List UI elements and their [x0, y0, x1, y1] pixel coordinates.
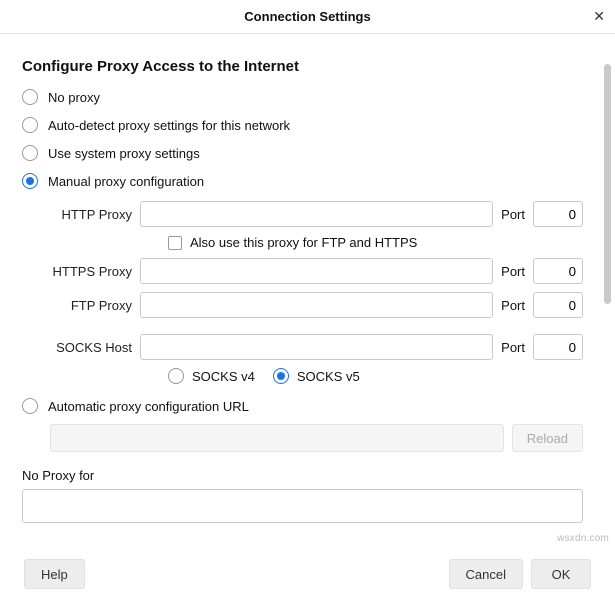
https-proxy-port-input[interactable]: [533, 258, 583, 284]
pac-url-row: Reload: [50, 424, 583, 452]
socks-host-input[interactable]: [140, 334, 493, 360]
watermark: wsxdn.com: [557, 533, 609, 544]
http-proxy-port-input[interactable]: [533, 201, 583, 227]
dialog-title: Connection Settings: [244, 9, 370, 24]
radio-system-proxy[interactable]: Use system proxy settings: [22, 145, 583, 161]
radio-manual-proxy[interactable]: Manual proxy configuration: [22, 173, 583, 189]
dialog-footer: Help Cancel OK: [0, 548, 615, 600]
https-proxy-host-input[interactable]: [140, 258, 493, 284]
radio-label: Automatic proxy configuration URL: [48, 399, 249, 414]
radio-icon[interactable]: [168, 368, 184, 384]
port-label: Port: [501, 264, 525, 279]
share-proxy-row[interactable]: Also use this proxy for FTP and HTTPS: [168, 235, 583, 250]
no-proxy-for-textarea[interactable]: [22, 489, 583, 523]
scroll-area: Configure Proxy Access to the Internet N…: [0, 34, 601, 548]
radio-label: Use system proxy settings: [48, 146, 200, 161]
https-proxy-label: HTTPS Proxy: [50, 264, 132, 279]
port-label: Port: [501, 298, 525, 313]
socks-host-row: SOCKS Host Port: [50, 334, 583, 360]
socks-host-label: SOCKS Host: [50, 340, 132, 355]
radio-label: Auto-detect proxy settings for this netw…: [48, 118, 290, 133]
no-proxy-for-label: No Proxy for: [22, 468, 583, 483]
http-proxy-label: HTTP Proxy: [50, 207, 132, 222]
radio-socks-v5[interactable]: SOCKS v5: [273, 368, 360, 384]
radio-label: SOCKS v4: [192, 369, 255, 384]
radio-label: No proxy: [48, 90, 100, 105]
ftp-proxy-label: FTP Proxy: [50, 298, 132, 313]
radio-icon[interactable]: [22, 173, 38, 189]
socks-version-row: SOCKS v4 SOCKS v5: [168, 368, 583, 384]
title-bar: Connection Settings ✕: [0, 0, 615, 34]
radio-pac-url[interactable]: Automatic proxy configuration URL: [22, 398, 583, 414]
socks-port-input[interactable]: [533, 334, 583, 360]
share-proxy-label: Also use this proxy for FTP and HTTPS: [190, 235, 417, 250]
https-proxy-row: HTTPS Proxy Port: [50, 258, 583, 284]
manual-proxy-section: HTTP Proxy Port Also use this proxy for …: [50, 201, 583, 384]
port-label: Port: [501, 340, 525, 355]
scrollbar-thumb[interactable]: [604, 64, 611, 304]
radio-auto-detect[interactable]: Auto-detect proxy settings for this netw…: [22, 117, 583, 133]
cancel-button[interactable]: Cancel: [449, 559, 523, 589]
share-proxy-checkbox[interactable]: [168, 236, 182, 250]
http-proxy-row: HTTP Proxy Port: [50, 201, 583, 227]
ftp-proxy-port-input[interactable]: [533, 292, 583, 318]
radio-socks-v4[interactable]: SOCKS v4: [168, 368, 255, 384]
radio-label: SOCKS v5: [297, 369, 360, 384]
port-label: Port: [501, 207, 525, 222]
http-proxy-host-input[interactable]: [140, 201, 493, 227]
pac-url-input: [50, 424, 504, 452]
section-heading: Configure Proxy Access to the Internet: [22, 58, 583, 75]
help-button[interactable]: Help: [24, 559, 85, 589]
radio-icon[interactable]: [22, 117, 38, 133]
ok-button[interactable]: OK: [531, 559, 591, 589]
ftp-proxy-row: FTP Proxy Port: [50, 292, 583, 318]
radio-icon[interactable]: [22, 145, 38, 161]
ftp-proxy-host-input[interactable]: [140, 292, 493, 318]
dialog-body: Configure Proxy Access to the Internet N…: [0, 34, 615, 600]
radio-no-proxy[interactable]: No proxy: [22, 89, 583, 105]
radio-icon[interactable]: [22, 89, 38, 105]
close-icon[interactable]: ✕: [593, 0, 605, 33]
radio-icon[interactable]: [273, 368, 289, 384]
radio-icon[interactable]: [22, 398, 38, 414]
radio-label: Manual proxy configuration: [48, 174, 204, 189]
reload-button: Reload: [512, 424, 583, 452]
